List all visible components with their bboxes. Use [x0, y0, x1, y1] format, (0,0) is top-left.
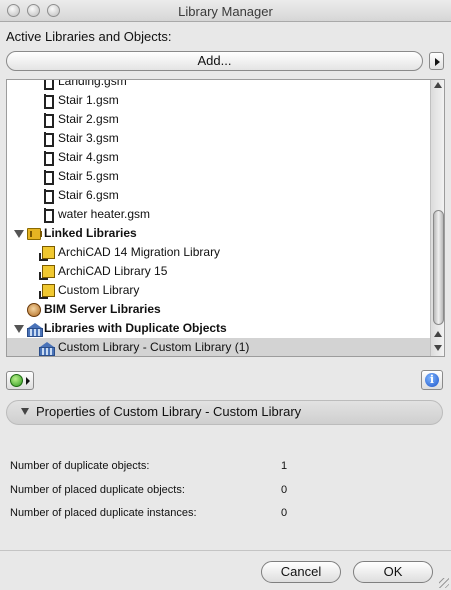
stair-object-icon	[43, 151, 54, 166]
tree-row[interactable]: Stair 2.gsm	[7, 110, 430, 129]
duplicate-library-icon	[39, 342, 55, 356]
tree-row-label: Linked Libraries	[44, 226, 137, 240]
tree-row-label: Stair 6.gsm	[58, 188, 119, 202]
footer-divider	[0, 550, 451, 551]
tree-row-label: ArchiCAD Library 15	[58, 264, 168, 278]
reload-libraries-button[interactable]	[6, 371, 34, 390]
tree-scrollbar[interactable]	[430, 80, 444, 356]
add-options-arrow-button[interactable]	[429, 52, 444, 70]
tree-row[interactable]: BIM Server Libraries	[7, 300, 430, 319]
placed-duplicate-objects-label: Number of placed duplicate objects:	[10, 484, 185, 496]
disclosure-triangle-icon[interactable]	[14, 230, 24, 238]
stair-object-icon	[43, 132, 54, 147]
library-manager-window: Library Manager Active Libraries and Obj…	[0, 0, 451, 590]
placed-duplicate-objects-value: 0	[281, 484, 288, 496]
cancel-button[interactable]: Cancel	[261, 561, 341, 583]
add-library-button[interactable]: Add...	[6, 51, 423, 71]
bim-server-icon	[27, 303, 41, 317]
tree-row-label: Custom Library - Custom Library (1)	[58, 340, 250, 354]
ok-button[interactable]: OK	[353, 561, 433, 583]
disclosure-triangle-icon[interactable]	[21, 408, 29, 415]
library-tree[interactable]: Custom Library - Custom Library (1) Libra…	[6, 79, 445, 357]
title-bar[interactable]: Library Manager	[0, 0, 451, 22]
tree-row-label: ArchiCAD 14 Migration Library	[58, 245, 221, 259]
stair-object-icon	[43, 80, 54, 90]
tree-row-label: Landing.gsm	[58, 79, 127, 88]
duplicate-objects-label: Number of duplicate objects:	[10, 460, 150, 472]
linked-library-icon	[39, 284, 55, 299]
duplicate-objects-value: 1	[281, 460, 288, 472]
stair-object-icon	[43, 113, 54, 128]
tree-row[interactable]: Stair 5.gsm	[7, 167, 430, 186]
tree-row-label: water heater.gsm	[58, 207, 151, 221]
tree-row[interactable]: Stair 1.gsm	[7, 91, 430, 110]
tree-row[interactable]: Stair 3.gsm	[7, 129, 430, 148]
tree-row-label: Stair 4.gsm	[58, 150, 119, 164]
tree-row-label: Custom Library	[58, 283, 140, 297]
tree-row-label: Stair 3.gsm	[58, 131, 119, 145]
stair-object-icon	[43, 208, 54, 223]
window-title: Library Manager	[178, 4, 273, 19]
tree-row-label: Stair 1.gsm	[58, 93, 119, 107]
duplicate-library-icon	[27, 323, 43, 337]
properties-title: Properties of Custom Library - Custom Li…	[36, 404, 302, 419]
tree-row[interactable]: Custom Library	[7, 281, 430, 300]
placed-duplicate-instances-label: Number of placed duplicate instances:	[10, 507, 197, 519]
stair-object-icon	[43, 170, 54, 185]
properties-panel-header[interactable]: Properties of Custom Library - Custom Li…	[6, 400, 443, 425]
stair-object-icon	[43, 94, 54, 109]
scroll-up-arrow-icon[interactable]	[434, 331, 442, 337]
scroll-top-arrow-icon[interactable]	[434, 82, 442, 88]
active-libraries-label: Active Libraries and Objects:	[6, 29, 172, 44]
scroll-down-arrow-icon[interactable]	[434, 345, 442, 351]
tree-row[interactable]: Linked Libraries	[7, 224, 430, 243]
linked-library-icon	[39, 246, 55, 261]
tree-row-label: Stair 2.gsm	[58, 112, 119, 126]
tree-row[interactable]: Libraries with Duplicate Objects	[7, 319, 430, 338]
resize-grip-icon[interactable]	[439, 578, 449, 588]
dropdown-arrow-icon	[26, 377, 30, 385]
tree-row[interactable]: Stair 6.gsm	[7, 186, 430, 205]
scroll-thumb[interactable]	[433, 210, 444, 325]
tree-row[interactable]: ArchiCAD 14 Migration Library	[7, 243, 430, 262]
reload-icon	[10, 374, 23, 387]
tree-row-label: Stair 5.gsm	[58, 169, 119, 183]
tree-row[interactable]: water heater.gsm	[7, 205, 430, 224]
info-icon: i	[425, 373, 439, 387]
info-button[interactable]: i	[421, 370, 443, 390]
disclosure-triangle-icon[interactable]	[14, 325, 24, 333]
tree-row[interactable]: Custom Library - Custom Library (1)	[7, 338, 430, 356]
library-folder-icon	[27, 228, 42, 240]
linked-library-icon	[39, 265, 55, 280]
tree-row[interactable]: ArchiCAD Library 15	[7, 262, 430, 281]
stair-object-icon	[43, 189, 54, 204]
tree-row[interactable]: Stair 4.gsm	[7, 148, 430, 167]
tree-row[interactable]: Landing.gsm	[7, 79, 430, 91]
placed-duplicate-instances-value: 0	[281, 507, 288, 519]
tree-row-label: BIM Server Libraries	[44, 302, 161, 316]
tree-row-label: Libraries with Duplicate Objects	[44, 321, 227, 335]
